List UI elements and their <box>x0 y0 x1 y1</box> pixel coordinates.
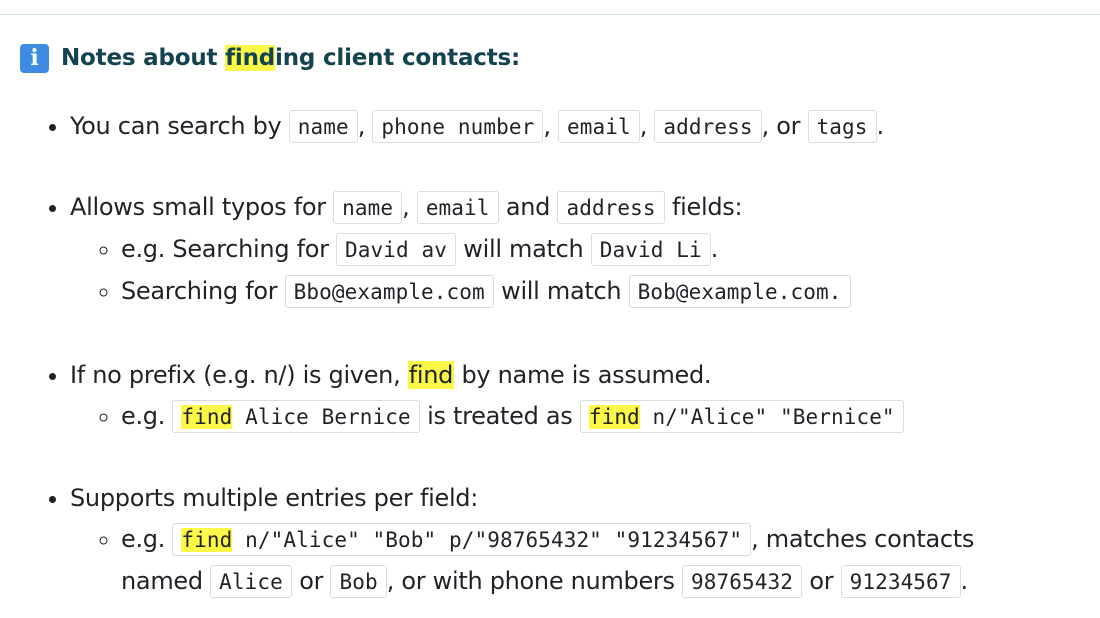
code-address: address <box>654 110 762 143</box>
text: e.g. <box>121 525 173 553</box>
code-email: email <box>416 191 499 224</box>
text: , matches contacts <box>751 525 975 553</box>
text: You can search by <box>70 112 289 140</box>
text: . <box>876 112 885 140</box>
code-phone-1: 98765432 <box>682 565 802 598</box>
code-name: name <box>333 191 403 224</box>
code-phone-2: 91234567 <box>840 565 961 598</box>
sub-item: e.g. find Alice Bernice is treated as fi… <box>121 396 1090 438</box>
text: , <box>543 112 559 140</box>
find-highlight: find <box>407 361 455 389</box>
code-highlight: find <box>181 405 233 429</box>
text: Supports multiple entries per field: <box>70 484 479 512</box>
text: Searching for <box>121 277 285 305</box>
multi-examples: e.g. find n/"Alice" "Bob" p/"98765432" "… <box>70 519 1090 603</box>
list-item-search-fields: You can search by name, phone number, em… <box>70 106 1090 148</box>
notes-list: You can search by name, phone number, em… <box>20 106 1090 603</box>
text: will match <box>493 277 629 305</box>
info-callout: i Notes about finding client contacts: Y… <box>20 40 1090 603</box>
text: , or with phone numbers <box>386 567 683 595</box>
heading-highlight: find <box>225 45 276 71</box>
typo-examples: e.g. Searching for David av will match D… <box>70 229 1090 313</box>
callout-title: Notes about finding client contacts: <box>61 45 520 71</box>
code-text: n/"Alice" "Bob" p/"98765432" "91234567" <box>232 528 743 552</box>
text: by name is assumed. <box>454 361 712 389</box>
text: is treated as <box>419 402 580 430</box>
text: e.g. <box>121 402 173 430</box>
list-item-multiple-entries: Supports multiple entries per field: e.g… <box>70 478 1090 603</box>
text: or <box>801 567 841 595</box>
text: and <box>498 193 558 221</box>
code-highlight: find <box>181 528 233 552</box>
text: fields: <box>664 193 743 221</box>
code-example: David Li <box>590 233 711 266</box>
sub-item: e.g. Searching for David av will match D… <box>121 229 1090 271</box>
code-example: find n/"Alice" "Bernice" <box>579 400 904 433</box>
code-example: find Alice Bernice <box>172 400 420 433</box>
heading-post: ing client contacts: <box>275 45 520 71</box>
heading-pre: Notes about <box>61 45 226 71</box>
text: named <box>121 567 211 595</box>
text: . <box>710 235 719 263</box>
code-example: find n/"Alice" "Bob" p/"98765432" "91234… <box>172 523 752 556</box>
code-phone-number: phone number <box>372 110 544 143</box>
text: , or <box>761 112 808 140</box>
code-text: Alice Bernice <box>232 405 411 429</box>
code-bob: Bob <box>330 565 387 598</box>
text: , <box>639 112 655 140</box>
text: e.g. Searching for <box>121 235 337 263</box>
top-divider <box>0 14 1100 15</box>
code-email: email <box>558 110 640 143</box>
text: will match <box>455 235 591 263</box>
list-item-no-prefix: If no prefix (e.g. n/) is given, find by… <box>70 355 1090 438</box>
code-example: David av <box>336 233 456 266</box>
code-tags: tags <box>807 110 877 143</box>
text: If no prefix (e.g. n/) is given, <box>70 361 408 389</box>
callout-heading: i Notes about finding client contacts: <box>20 40 1090 76</box>
list-item-typos: Allows small typos for name, email and a… <box>70 187 1090 313</box>
sub-item: e.g. find n/"Alice" "Bob" p/"98765432" "… <box>121 519 1090 603</box>
prefix-examples: e.g. find Alice Bernice is treated as fi… <box>70 396 1090 438</box>
info-icon: i <box>20 43 49 73</box>
code-text: n/"Alice" "Bernice" <box>639 405 895 429</box>
code-name: name <box>288 110 358 143</box>
code-example: Bbo@example.com <box>284 275 494 308</box>
text: , <box>357 112 373 140</box>
text: , <box>402 193 417 221</box>
code-address: address <box>557 191 665 224</box>
code-highlight: find <box>588 405 640 429</box>
sub-item: Searching for Bbo@example.com will match… <box>121 271 1090 313</box>
code-example: Bob@example.com. <box>628 275 851 308</box>
code-alice: Alice <box>210 565 292 598</box>
text: Allows small typos for <box>70 193 334 221</box>
text: . <box>960 567 969 595</box>
text: or <box>291 567 331 595</box>
